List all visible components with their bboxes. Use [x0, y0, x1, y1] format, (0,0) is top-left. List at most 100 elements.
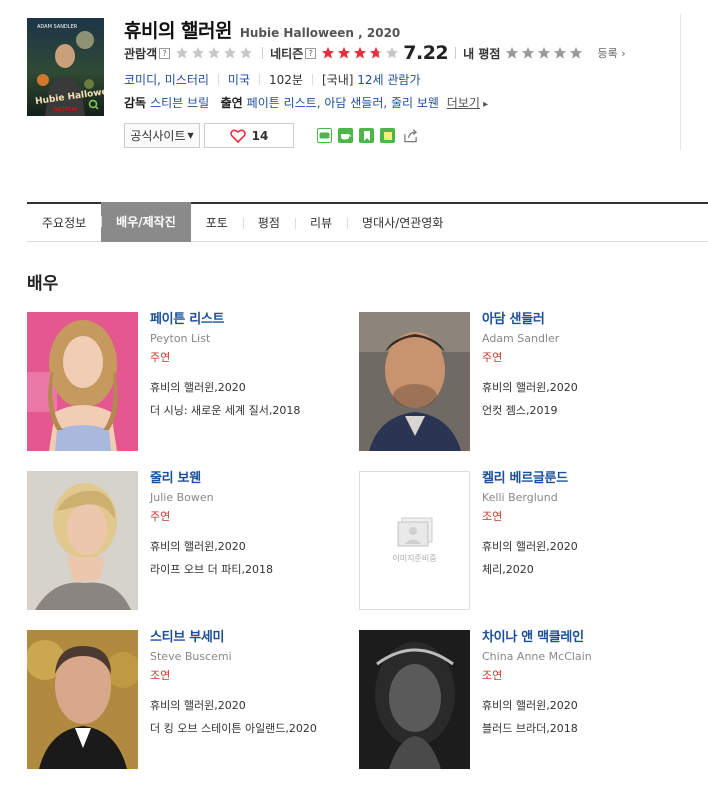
poster-top-text: ADAM SANDLER: [37, 24, 78, 30]
actor-name-link[interactable]: 페이튼 리스트: [150, 312, 370, 328]
actor-film-link[interactable]: 체리,2020: [482, 563, 702, 577]
actor-photo[interactable]: [359, 630, 470, 769]
share-icon[interactable]: [403, 128, 418, 143]
actor-card: 차이나 앤 맥클레인 China Anne McClain 조연 휴비의 핼러윈…: [359, 630, 699, 770]
actor-role: 조연: [482, 510, 503, 523]
heart-icon: [229, 129, 246, 143]
country-link[interactable]: 미국: [228, 71, 250, 88]
actor-photo[interactable]: [27, 630, 138, 769]
tab-rating[interactable]: 평점: [242, 204, 295, 242]
actor-photo[interactable]: [359, 312, 470, 451]
cafe-share-icon[interactable]: [338, 128, 353, 143]
actor-film-link[interactable]: 더 시닝: 새로운 세계 질서,2018: [150, 404, 370, 418]
netizen-help-icon[interactable]: ?: [305, 47, 317, 59]
bookmark-share-icon[interactable]: [359, 128, 374, 143]
audience-stars: [175, 46, 255, 60]
tab-photo[interactable]: 포토: [191, 204, 243, 242]
actor-film-link[interactable]: 휴비의 핼러윈,2020: [150, 540, 370, 554]
register-rating-link[interactable]: 등록 ›: [597, 45, 625, 61]
actor-photo-placeholder[interactable]: 이미지준비중: [359, 471, 470, 610]
movie-title: 휴비의 핼러윈: [124, 20, 233, 42]
star-icons-empty: [176, 47, 253, 59]
actor-name-link[interactable]: 아담 샌들러: [482, 312, 702, 328]
actor-name-en: Peyton List: [150, 332, 211, 345]
actor-film-link[interactable]: 라이프 오브 더 파티,2018: [150, 563, 370, 577]
like-button[interactable]: 14: [204, 123, 294, 148]
actor-meta: 스티브 부세미 Steve Buscemi 조연 휴비의 핼러윈,2020 더 …: [150, 630, 370, 736]
actor-role: 조연: [482, 669, 503, 682]
actor-name-en: Julie Bowen: [150, 491, 214, 504]
grade-prefix: [국내]: [321, 73, 354, 87]
cast-label: 출연: [220, 96, 243, 110]
movie-header: ADAM SANDLER Hubie Halloween! NETFLIX 휴비…: [0, 0, 708, 160]
actor-card: 아담 샌들러 Adam Sandler 주연 휴비의 핼러윈,2020 언컷 젬…: [359, 312, 699, 452]
director-link[interactable]: 스티븐 브릴: [150, 96, 209, 110]
image-placeholder-icon: [397, 517, 432, 547]
title-row: 휴비의 핼러윈 Hubie Halloween , 2020: [124, 16, 400, 43]
poster-brand-text: NETFLIX: [54, 107, 77, 113]
memo-share-icon[interactable]: [380, 128, 395, 143]
actor-name-link[interactable]: 차이나 앤 맥클레인: [482, 630, 702, 646]
actor-name-link[interactable]: 켈리 베르글룬드: [482, 471, 702, 487]
actor-name-en: Adam Sandler: [482, 332, 560, 345]
official-site-button[interactable]: 공식사이트 ▼: [124, 123, 200, 148]
cast-links[interactable]: 페이튼 리스트, 아담 샌들러, 줄리 보웬: [247, 96, 439, 110]
tab-quotes-related[interactable]: 명대사/연관영화: [347, 204, 458, 242]
tab-cast-crew[interactable]: 배우/제작진: [101, 201, 191, 242]
blog-share-icon[interactable]: [317, 128, 332, 143]
actor-film-link[interactable]: 휴비의 핼러윈,2020: [150, 699, 370, 713]
genre-link[interactable]: 코미디, 미스터리: [124, 71, 209, 88]
rating-row: 관람객 ? 네티즌 ? 7.22 내 평점 등록 ›: [124, 42, 626, 64]
movie-tabs: 주요정보 배우/제작진 포토 평점 리뷰 명대사/연관영화: [27, 201, 708, 242]
actor-name-en: Kelli Berglund: [482, 491, 558, 504]
actor-name-link[interactable]: 스티브 부세미: [150, 630, 370, 646]
actor-photo[interactable]: [27, 471, 138, 610]
caret-down-icon: ▼: [187, 131, 194, 140]
actor-role: 주연: [482, 351, 503, 364]
actor-name-en: China Anne McClain: [482, 650, 592, 663]
chevron-right-icon: ›: [617, 47, 626, 60]
movie-poster[interactable]: ADAM SANDLER Hubie Halloween! NETFLIX: [27, 18, 104, 116]
actor-card: 스티브 부세미 Steve Buscemi 조연 휴비의 핼러윈,2020 더 …: [27, 630, 367, 770]
actor-meta: 아담 샌들러 Adam Sandler 주연 휴비의 핼러윈,2020 언컷 젬…: [482, 312, 702, 418]
actor-film-link[interactable]: 더 킹 오브 스테이튼 아일랜드,2020: [150, 722, 370, 736]
actor-meta: 페이튼 리스트 Peyton List 주연 휴비의 핼러윈,2020 더 시닝…: [150, 312, 370, 418]
runtime: 102분: [269, 73, 303, 87]
actor-film-link[interactable]: 휴비의 핼러윈,2020: [150, 381, 370, 395]
register-rating-label: 등록: [597, 47, 618, 60]
netizen-stars: [321, 46, 401, 60]
movie-info-row: 코미디, 미스터리 미국 102분 [국내] 12세 관람가: [124, 71, 421, 88]
official-site-label: 공식사이트: [130, 129, 186, 143]
like-count: 14: [251, 128, 269, 143]
tab-main-info[interactable]: 주요정보: [27, 204, 101, 242]
actor-card: 이미지준비중 켈리 베르글룬드 Kelli Berglund 조연 휴비의 핼러…: [359, 471, 699, 611]
actor-photo[interactable]: [27, 312, 138, 451]
netizen-score: 7.22: [403, 42, 449, 64]
more-cast-link[interactable]: 더보기: [447, 96, 480, 110]
chevron-right-icon: ▸: [479, 99, 489, 110]
actor-film-link[interactable]: 언컷 젬스,2019: [482, 404, 702, 418]
section-title: 배우: [27, 274, 59, 294]
movie-title-en: Hubie Halloween , 2020: [239, 26, 401, 40]
actor-card: 줄리 보웬 Julie Bowen 주연 휴비의 핼러윈,2020 라이프 오브…: [27, 471, 367, 611]
actor-film-link[interactable]: 블러드 브라더,2018: [482, 722, 702, 736]
no-image-text: 이미지준비중: [392, 554, 437, 563]
actor-film-link[interactable]: 휴비의 핼러윈,2020: [482, 540, 702, 554]
actor-name-link[interactable]: 줄리 보웬: [150, 471, 370, 487]
grade-link[interactable]: 12세 관람가: [357, 71, 420, 88]
actor-meta: 차이나 앤 맥클레인 China Anne McClain 조연 휴비의 핼러윈…: [482, 630, 702, 736]
crew-row: 감독 스티븐 브릴 출연 페이튼 리스트, 아담 샌들러, 줄리 보웬 더보기 ▸: [124, 94, 488, 111]
star-icons-my[interactable]: [505, 46, 585, 60]
my-rating-stars[interactable]: [505, 46, 585, 60]
actor-film-link[interactable]: 휴비의 핼러윈,2020: [482, 381, 702, 395]
actor-meta: 줄리 보웬 Julie Bowen 주연 휴비의 핼러윈,2020 라이프 오브…: [150, 471, 370, 577]
actor-film-link[interactable]: 휴비의 핼러윈,2020: [482, 699, 702, 713]
audience-help-icon[interactable]: ?: [159, 47, 171, 59]
actor-card: 페이튼 리스트 Peyton List 주연 휴비의 핼러윈,2020 더 시닝…: [27, 312, 367, 452]
audience-rating-label: 관람객: [124, 46, 158, 61]
actor-name-en: Steve Buscemi: [150, 650, 232, 663]
actor-role: 주연: [150, 510, 171, 523]
star-icons-netizen: [322, 47, 399, 59]
tab-review[interactable]: 리뷰: [294, 204, 347, 242]
actor-meta: 켈리 베르글룬드 Kelli Berglund 조연 휴비의 핼러윈,2020 …: [482, 471, 702, 577]
